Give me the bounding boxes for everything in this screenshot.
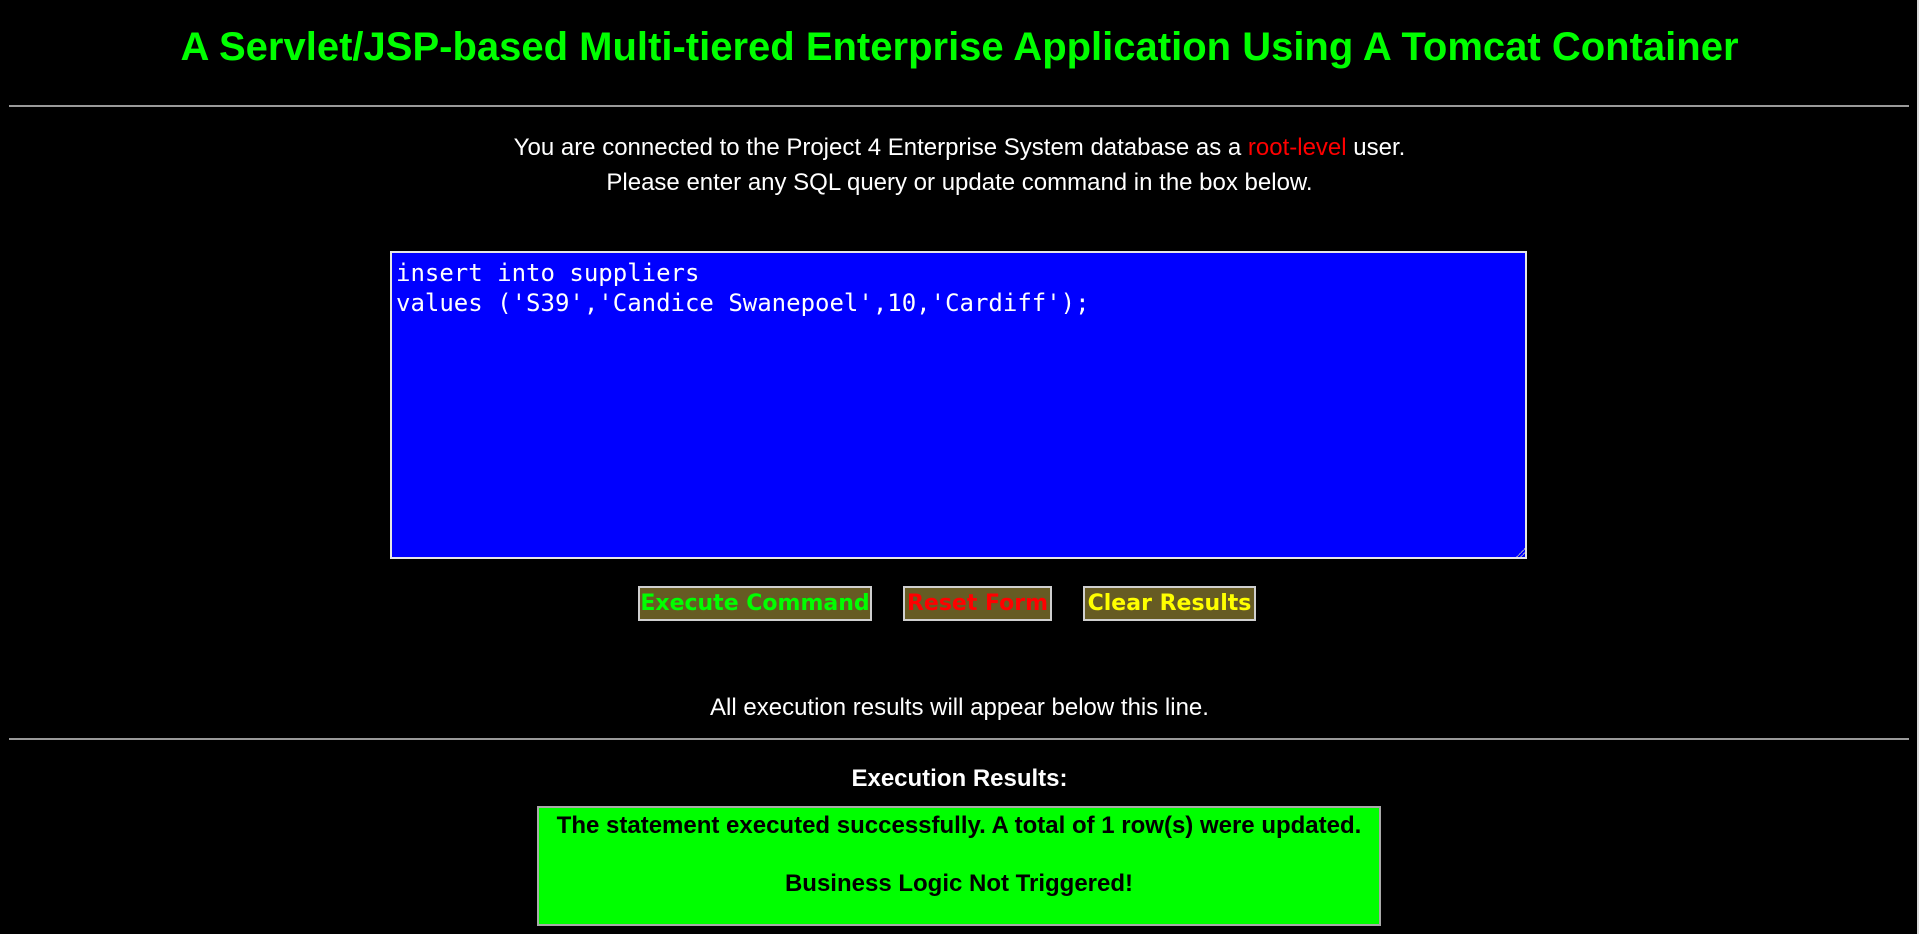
results-divider <box>9 738 1909 740</box>
execute-command-button[interactable]: Execute Command <box>638 586 872 621</box>
results-heading: Execution Results: <box>851 765 1068 792</box>
reset-form-button[interactable]: Reset Form <box>903 586 1052 621</box>
connection-line: You are connected to the Project 4 Enter… <box>0 130 1919 165</box>
result-message: The statement executed successfully. A t… <box>556 812 1362 839</box>
clear-results-button[interactable]: Clear Results <box>1083 586 1256 621</box>
user-role-label: root-level <box>1247 134 1347 161</box>
textarea-resize-handle[interactable] <box>1515 547 1525 557</box>
connection-info: You are connected to the Project 4 Enter… <box>0 130 1919 200</box>
page-title: A Servlet/JSP-based Multi-tiered Enterpr… <box>180 25 1739 69</box>
top-divider <box>9 105 1909 107</box>
execution-result-panel: The statement executed successfully. A t… <box>537 806 1381 926</box>
instructions-line: Please enter any SQL query or update com… <box>606 169 1313 196</box>
connection-text-after: user. <box>1346 134 1406 161</box>
connection-text-before: You are connected to the Project 4 Enter… <box>513 134 1248 161</box>
page: A Servlet/JSP-based Multi-tiered Enterpr… <box>0 0 1919 934</box>
sql-query-input[interactable] <box>390 251 1527 559</box>
business-logic-status: Business Logic Not Triggered! <box>784 870 1134 897</box>
results-notice: All execution results will appear below … <box>710 694 1209 721</box>
